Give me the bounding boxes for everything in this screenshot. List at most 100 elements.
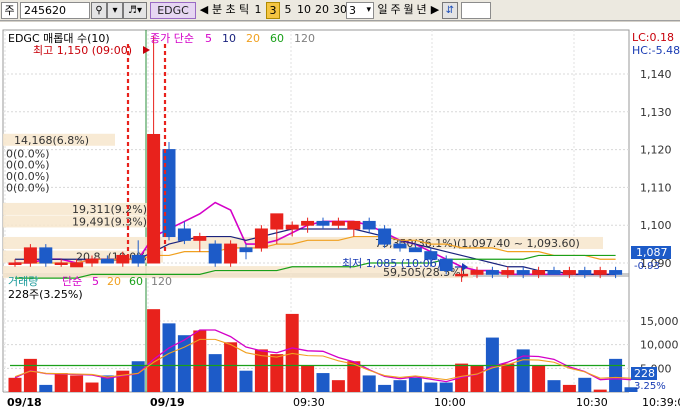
ma-legend-label: 종가 단순 [150,32,194,45]
candle-body [532,270,546,275]
volume-profile-label: 14,168(6.8%) [14,134,89,147]
range-button-day[interactable]: 일 [376,2,389,19]
range-button-week[interactable]: 주 [389,2,402,19]
volume-tick-label: 10,000 [640,339,679,352]
volume-ma-legend-label: 단순 [62,275,82,288]
volume-bar [378,384,392,392]
candle-body [224,243,238,264]
current-volume-value: 228 [634,367,655,380]
candle-body [39,247,53,264]
candle-body [70,262,84,268]
candle-body [177,228,191,241]
volume-bar [439,382,453,392]
candle-body [193,236,207,241]
price-tick-label: 1,100 [640,219,672,232]
candle-body [609,270,623,275]
chart-canvas[interactable]: 1,1401,1301,1201,1101,1001,09015,00010,0… [0,22,680,412]
chart-type-second[interactable]: 초 [224,2,237,19]
volume-bar [116,370,130,392]
time-label: 10:39:0 [642,396,680,409]
chevron-down-icon[interactable]: ▾ [107,2,123,19]
candle-body [516,270,530,275]
market-select[interactable]: 주 [1,2,18,19]
price-tick-label: 1,120 [640,144,672,157]
ma-legend-10: 10 [222,32,236,45]
candle-body [362,220,376,230]
volume-bar [470,365,484,392]
volume-bar [208,354,222,392]
search-icon[interactable]: ⚲ [91,2,107,19]
stock-code-input[interactable]: 245620 [20,2,90,19]
ma-legend-60: 60 [270,32,284,45]
speaker-icon[interactable]: ♬▾ [123,2,147,19]
volume-bar [316,373,330,392]
volume-ma-legend-120: 120 [151,275,172,288]
time-label: 09/18 [7,396,42,409]
candle-body [85,258,99,264]
candle-body [285,224,299,230]
chart-area[interactable]: 1,140 1,130 1,120 1,110 1,100 1,090 15,000 10,0… [0,22,680,412]
volume-bar [301,365,315,392]
arrow-left-icon[interactable]: ◀ [199,2,209,19]
stock-badge-label: EDGC [157,4,189,17]
volume-bar [562,384,576,392]
low-price-label: 최저 1,085 (10:06) [342,257,441,270]
candle-body [316,220,330,226]
volume-profile-label: 0(0.0%) [6,181,50,194]
ma-legend-120: 120 [294,32,315,45]
candle-body [578,270,592,275]
chart-type-tick[interactable]: 틱 [237,2,251,19]
candle-body [100,258,114,264]
range-button-month[interactable]: 월 [402,2,415,19]
volume-bar [239,370,253,392]
candle-body [270,213,284,230]
time-label: 10:00 [434,396,466,409]
volume-bar [393,380,407,392]
stock-badge[interactable]: EDGC [150,2,196,19]
volume-bar [224,342,238,392]
candle-body [485,270,499,275]
candle-body [147,133,161,264]
candle-body [455,273,469,277]
candle-body [470,270,484,275]
candle-body [23,247,37,264]
candle-body [8,262,22,265]
period-button-5[interactable]: 5 [282,2,294,19]
chart-type-minute[interactable]: 분 [210,2,224,19]
volume-bar [501,363,515,392]
volume-bar [70,375,84,392]
volume-bar [23,358,37,392]
period-button-3[interactable]: 3 [266,2,280,19]
volume-bar [162,323,176,392]
volume-bar [424,382,438,392]
period-button-10[interactable]: 10 [296,2,312,19]
volume-bar [147,309,161,392]
volume-pane-title: 거래량 [8,275,38,288]
candle-body [408,247,422,253]
volume-ma-legend-60: 60 [129,275,143,288]
volume-bar [85,382,99,392]
candle-body [378,228,392,245]
text-input[interactable] [461,2,491,19]
volume-bar [578,377,592,392]
volume-bar [609,358,623,392]
lc-label: LC:0.18 [632,31,674,44]
period-button-1[interactable]: 1 [252,2,264,19]
arrow-right-icon[interactable]: ▶ [430,2,440,19]
time-label: 10:30 [576,396,608,409]
period-button-20[interactable]: 20 [314,2,330,19]
volume-profile-label: 19,311(9.2%) [72,203,147,216]
price-tick-label: 1,110 [640,181,672,194]
volume-bar [408,377,422,392]
range-button-year[interactable]: 년 [415,2,428,19]
interval-select[interactable]: 3 ▾ [346,2,374,19]
candle-body [254,228,268,249]
scroll-updown-icon[interactable]: ⇵ [442,2,458,19]
candle-body [562,270,576,275]
volume-ma-legend-5: 5 [92,275,99,288]
volume-tick-label: 15,000 [640,315,679,328]
volume-ma-legend-20: 20 [107,275,121,288]
interval-value: 3 [349,4,356,17]
chevron-down-icon: ▾ [366,5,371,15]
candle-body [239,247,253,253]
